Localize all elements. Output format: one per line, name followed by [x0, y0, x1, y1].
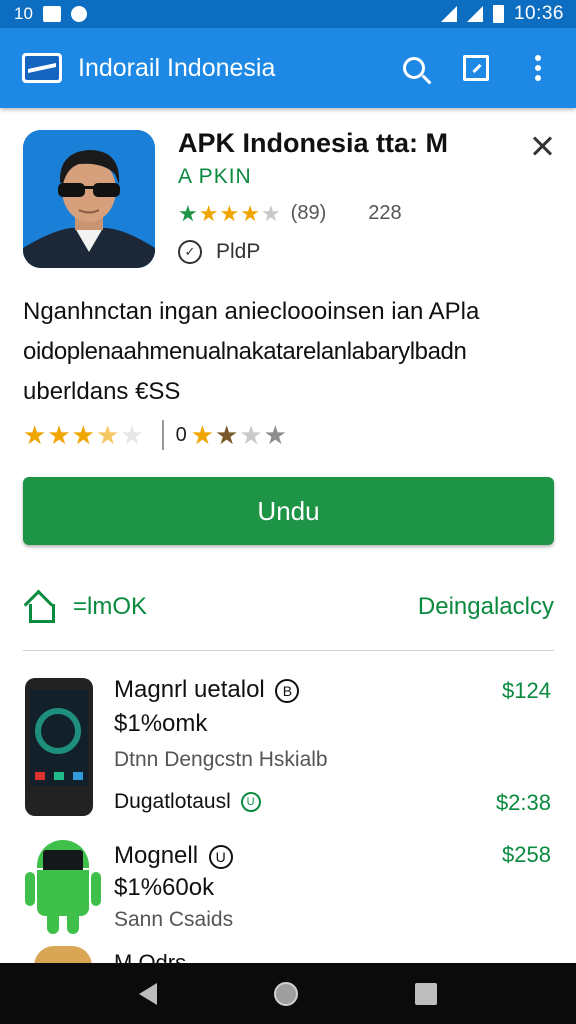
open-in-new-icon: [463, 55, 489, 81]
user-rating-stars[interactable]: ★ ★ ★ ★: [191, 422, 287, 448]
app-header: APK Indonesia tta: M A PKIN ★ ★ ★ ★ ★ (8…: [0, 108, 576, 288]
app-name: APK Indonesia tta: M: [178, 128, 449, 158]
signal-icon: [440, 6, 457, 22]
item-title-badge: B: [275, 678, 300, 703]
description-line: Nganhnctan ingan aniecloooinsen ian APla: [23, 298, 480, 325]
cell-signal-icon: [466, 6, 483, 22]
more-vert-icon: [535, 55, 541, 81]
developer-name[interactable]: A PKIN: [178, 165, 252, 189]
close-button[interactable]: [526, 130, 560, 164]
star-icon[interactable]: ★: [191, 422, 214, 448]
section-header: =lmOK Deingalaclcy: [23, 585, 554, 629]
review-ratings: ★ ★ ★ ★ ★ 0 ★ ★ ★ ★: [23, 420, 287, 450]
open-in-new-button[interactable]: [454, 46, 498, 90]
system-nav-bar: [0, 963, 576, 1024]
android-app-icon: [25, 840, 101, 936]
battery-icon: [492, 5, 504, 23]
verified-badge-row: ✓ PldP: [178, 240, 260, 264]
star-icon[interactable]: ★: [215, 422, 238, 448]
rating-stars: ★ ★ ★ ★ ★: [178, 200, 281, 226]
star-icon: ★: [219, 200, 240, 226]
more-options-button[interactable]: [516, 46, 560, 90]
app-bar-title: Indorail Indonesia: [78, 53, 276, 82]
item-meta: Dtnn Dengcstn Hskialb: [114, 748, 328, 771]
item-price: $258: [502, 842, 551, 867]
divider: [23, 650, 554, 651]
item-title: Mognell U: [114, 842, 233, 870]
section-label: =lmOK: [73, 593, 148, 620]
item-meta: Sann Csaids: [114, 908, 234, 931]
app-description: Nganhnctan ingan aniecloooinsen ian APla…: [23, 292, 553, 412]
rating-count: (89): [290, 202, 327, 224]
image-notification-icon: [42, 6, 61, 22]
description-line: oidoplenaahmenualnakatarelanlabarylbadn: [23, 338, 467, 365]
clock: 10:36: [513, 3, 564, 24]
search-icon: [403, 57, 425, 79]
phone-app-icon: [25, 678, 93, 816]
recent-apps-icon[interactable]: [415, 982, 438, 1005]
review-count: 0: [175, 423, 187, 446]
star-icon: ★: [178, 200, 198, 226]
item-extra: Dugatlotausl U: [114, 790, 261, 814]
app-bar: Indorail Indonesia: [0, 28, 576, 108]
item-title-text: Magnrl uetalol: [114, 676, 265, 703]
status-text: 10: [14, 4, 33, 23]
star-icon: ★: [95, 420, 120, 450]
star-icon[interactable]: ★: [239, 422, 262, 448]
home-button-icon[interactable]: [273, 981, 298, 1006]
star-icon[interactable]: ★: [264, 422, 287, 448]
section-link[interactable]: Deingalaclcy: [418, 593, 554, 621]
star-icon: ★: [198, 200, 219, 226]
description-line: uberldans €SS: [23, 378, 181, 405]
app-icon: [23, 130, 155, 268]
item-extra-price: $2:38: [495, 790, 551, 815]
download-count: 228: [368, 202, 402, 224]
divider: [161, 420, 164, 450]
home-icon: [23, 592, 55, 623]
search-button[interactable]: [392, 46, 436, 90]
rating-stars: ★ ★ ★ ★ ★: [23, 422, 144, 448]
download-button[interactable]: Undu: [23, 477, 554, 545]
item-title-badge: U: [208, 844, 233, 869]
item-title: Magnrl uetalol B: [114, 676, 300, 704]
back-icon[interactable]: [138, 982, 157, 1005]
item-extra-text: Dugatlotausl: [114, 790, 231, 813]
messenger-notification-icon: [70, 6, 87, 22]
badge-text: PldP: [216, 240, 261, 263]
status-bar: 10 10:36: [0, 0, 576, 28]
star-icon: ★: [23, 420, 47, 450]
item-subtitle: $1%60ok: [114, 874, 215, 901]
verified-check-icon: ✓: [178, 240, 202, 264]
item-extra-badge: U: [240, 792, 261, 813]
star-icon: ★: [120, 420, 144, 450]
item-subtitle: $1%omk: [114, 710, 208, 737]
star-icon: ★: [71, 420, 95, 450]
rating-row: ★ ★ ★ ★ ★ (89) 228: [178, 202, 402, 225]
train-logo-icon: [22, 53, 62, 83]
item-price: $124: [502, 678, 551, 703]
star-icon: ★: [47, 420, 71, 450]
star-icon: ★: [240, 200, 260, 226]
item-title-text: Mognell: [114, 842, 199, 869]
star-icon: ★: [260, 200, 281, 226]
